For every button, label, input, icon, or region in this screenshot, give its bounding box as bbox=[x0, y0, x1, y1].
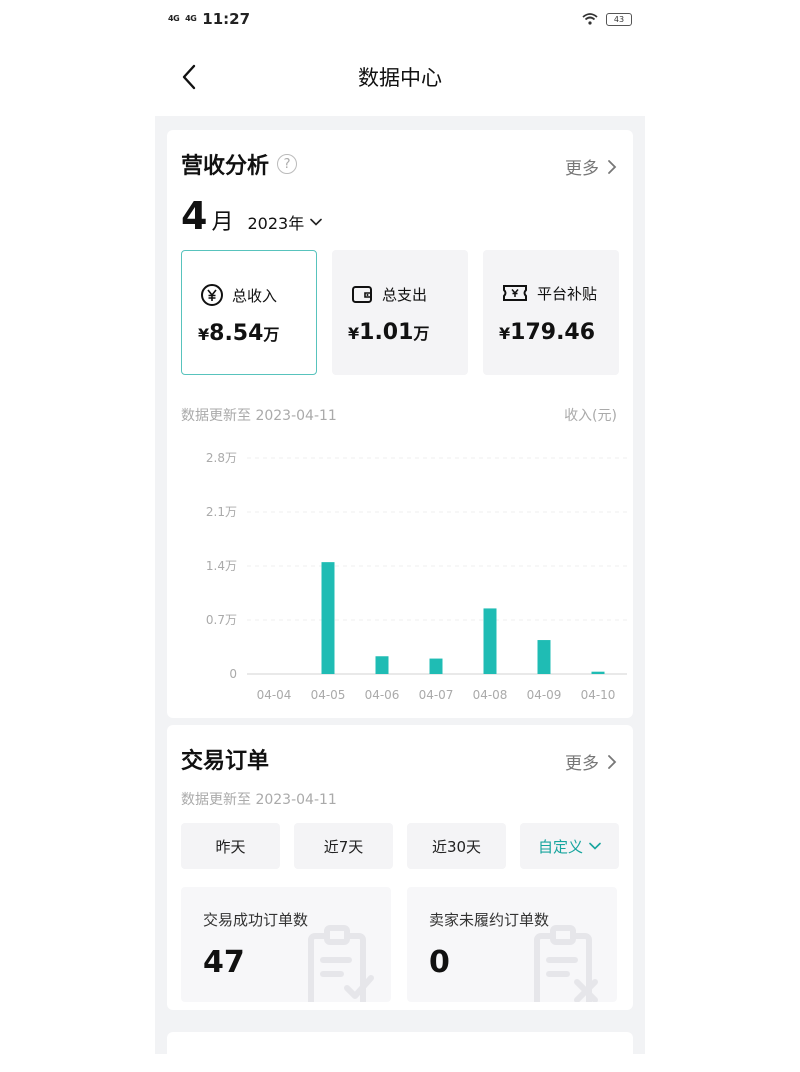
month-unit: 月 bbox=[211, 210, 234, 235]
chevron-down-icon bbox=[310, 218, 323, 226]
orders-card: 交易订单 更多 数据更新至 2023-04-11 昨天 近7天 近30天 自定义… bbox=[167, 725, 633, 1010]
x-tick-label: 04-04 bbox=[257, 688, 292, 702]
metric-value: 0 bbox=[429, 945, 450, 980]
chevron-down-icon bbox=[589, 842, 601, 850]
stat-label: 总支出 bbox=[382, 285, 428, 304]
range-label: 近7天 bbox=[323, 837, 364, 856]
y-tick-label: 1.4万 bbox=[206, 559, 237, 573]
y-tick-label: 2.1万 bbox=[206, 505, 237, 519]
y-tick-label: 0 bbox=[229, 667, 237, 681]
stat-label: 平台补贴 bbox=[537, 284, 598, 303]
x-tick-label: 04-10 bbox=[581, 688, 616, 702]
bar-04-08[interactable] bbox=[483, 608, 497, 674]
range-custom-button[interactable]: 自定义 bbox=[520, 823, 619, 869]
range-label: 昨天 bbox=[215, 837, 246, 856]
range-label: 近30天 bbox=[431, 837, 482, 856]
more-label: 更多 bbox=[565, 159, 599, 179]
x-tick-label: 04-07 bbox=[419, 688, 454, 702]
signal-icon: 4G bbox=[185, 14, 197, 23]
bar-04-05[interactable] bbox=[321, 562, 335, 674]
orders-title-text: 交易订单 bbox=[181, 749, 270, 774]
month-selector: 4 月 2023年 bbox=[181, 194, 323, 238]
metric-successful-orders[interactable]: 交易成功订单数 47 bbox=[181, 887, 391, 1002]
bar-04-10[interactable] bbox=[591, 671, 605, 674]
stat-value: ¥8.54万 bbox=[198, 321, 279, 346]
revenue-more-link[interactable]: 更多 bbox=[565, 154, 617, 179]
y-tick-label: 0.7万 bbox=[206, 613, 237, 627]
orders-title: 交易订单 bbox=[181, 743, 269, 775]
next-card bbox=[167, 1032, 633, 1072]
revenue-update-note: 数据更新至 2023-04-11 bbox=[181, 408, 337, 424]
x-tick-label: 04-05 bbox=[311, 688, 346, 702]
year-label: 2023年 bbox=[247, 214, 305, 233]
stat-amount: 8.54 bbox=[209, 321, 264, 346]
range-7days-button[interactable]: 近7天 bbox=[294, 823, 393, 869]
more-label: 更多 bbox=[565, 754, 599, 774]
status-bar: 4G 4G 11:27 43 bbox=[168, 6, 632, 32]
range-30days-button[interactable]: 近30天 bbox=[407, 823, 506, 869]
stat-head: 总收入 bbox=[200, 283, 277, 307]
clipboard-x-icon bbox=[534, 925, 598, 1002]
stat-value: ¥179.46 bbox=[499, 320, 595, 345]
metric-unfulfilled-orders[interactable]: 卖家未履约订单数 0 bbox=[407, 887, 617, 1002]
revenue-card: 营收分析 ? 更多 4 月 2023年 总收入 ¥8.54万 总支出 ¥1.01… bbox=[167, 130, 633, 718]
x-tick-label: 04-06 bbox=[365, 688, 400, 702]
status-time: 11:27 bbox=[202, 10, 251, 28]
bar-04-09[interactable] bbox=[537, 640, 551, 674]
stat-label: 总收入 bbox=[232, 286, 278, 305]
x-tick-label: 04-08 bbox=[473, 688, 508, 702]
status-right: 43 bbox=[582, 12, 632, 26]
ticket-icon bbox=[503, 285, 527, 301]
yuan-circle-icon bbox=[201, 284, 223, 306]
revenue-bar-chart: 0 0.7万 1.4万 2.1万 2.8万 04-04 04-05 04-06 04-07 04-… bbox=[206, 451, 627, 702]
bar-04-07[interactable] bbox=[429, 658, 443, 674]
help-icon[interactable]: ? bbox=[277, 154, 298, 174]
metric-label: 交易成功订单数 bbox=[203, 911, 309, 929]
stat-head: 总支出 bbox=[350, 282, 427, 306]
stat-amount: 179.46 bbox=[510, 320, 596, 345]
revenue-title-text: 营收分析 bbox=[181, 154, 270, 179]
stat-head: 平台补贴 bbox=[501, 282, 597, 304]
wallet-icon bbox=[352, 286, 372, 303]
stat-unit: 万 bbox=[413, 324, 430, 343]
stat-total-expense[interactable]: 总支出 ¥1.01万 bbox=[332, 250, 468, 375]
signal-icon: 4G bbox=[168, 14, 180, 23]
x-tick-label: 04-09 bbox=[527, 688, 562, 702]
range-yesterday-button[interactable]: 昨天 bbox=[181, 823, 280, 869]
chevron-right-icon bbox=[608, 754, 617, 769]
bar-04-06[interactable] bbox=[375, 656, 389, 674]
wifi-icon bbox=[582, 13, 598, 25]
stat-total-income[interactable]: 总收入 ¥8.54万 bbox=[181, 250, 317, 375]
clipboard-check-icon bbox=[308, 925, 374, 1002]
stat-amount: 1.01 bbox=[359, 320, 414, 345]
orders-more-link[interactable]: 更多 bbox=[565, 749, 617, 774]
battery-icon: 43 bbox=[606, 12, 632, 26]
orders-update-note: 数据更新至 2023-04-11 bbox=[181, 792, 337, 808]
stat-unit: 万 bbox=[263, 325, 280, 344]
revenue-title: 营收分析 ? bbox=[181, 148, 298, 180]
chart-unit-note: 收入(元) bbox=[564, 408, 617, 424]
metric-value: 47 bbox=[203, 945, 245, 980]
chevron-right-icon bbox=[608, 159, 617, 174]
currency-symbol: ¥ bbox=[348, 324, 360, 343]
nav-bar: 数据中心 bbox=[155, 50, 645, 106]
page-title: 数据中心 bbox=[358, 66, 442, 90]
year-dropdown[interactable]: 2023年 bbox=[247, 210, 323, 234]
currency-symbol: ¥ bbox=[499, 324, 511, 343]
stat-value: ¥1.01万 bbox=[348, 320, 429, 345]
y-tick-label: 2.8万 bbox=[206, 451, 237, 465]
month-number: 4 bbox=[181, 194, 208, 238]
range-label: 自定义 bbox=[537, 837, 583, 856]
stat-platform-subsidy[interactable]: 平台补贴 ¥179.46 bbox=[483, 250, 619, 375]
currency-symbol: ¥ bbox=[198, 325, 210, 344]
status-left: 4G 4G 11:27 bbox=[168, 10, 250, 28]
